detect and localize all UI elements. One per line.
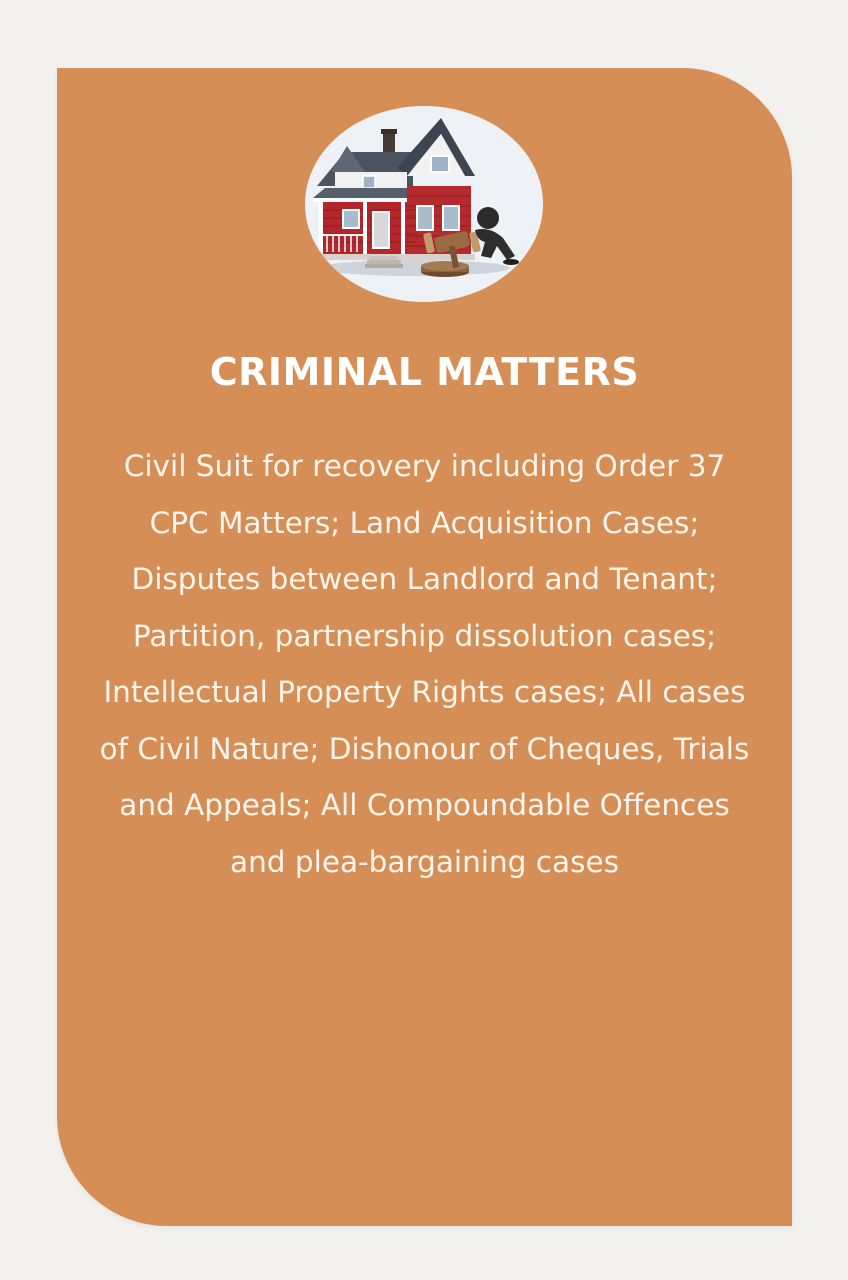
card-title: CRIMINAL MATTERS — [209, 350, 640, 394]
card-description: Civil Suit for recovery including Order … — [99, 449, 750, 879]
house-gavel-icon — [305, 106, 543, 302]
service-card: CRIMINAL MATTERS Civil Suit for recovery… — [57, 68, 792, 1226]
